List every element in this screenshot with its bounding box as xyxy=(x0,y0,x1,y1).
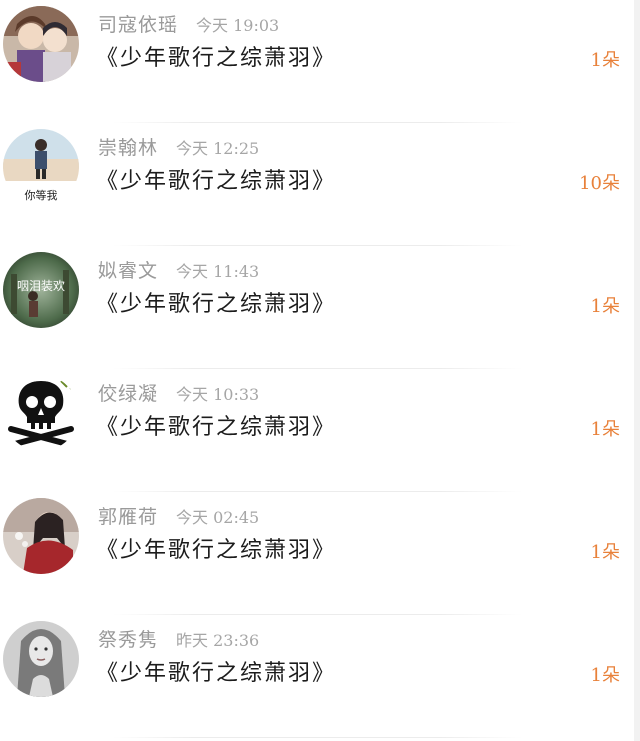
skull-crossbones-avatar-icon[interactable] xyxy=(3,375,79,451)
avatar-caption: 你等我 xyxy=(25,188,58,202)
beach-person-avatar-icon[interactable]: 你等我 xyxy=(3,129,79,205)
flower-count: 10朵 xyxy=(579,173,620,194)
list-item[interactable]: 祭秀隽 昨天 23:36 《少年歌行之综萧羽》 1朵 xyxy=(0,615,640,738)
scrollbar[interactable] xyxy=(634,0,640,741)
book-title[interactable]: 《少年歌行之综萧羽》 xyxy=(96,286,336,318)
timestamp: 今天 02:45 xyxy=(176,508,260,527)
item-meta: 司寇依瑶 今天 19:03 xyxy=(98,10,279,38)
flower-count: 1朵 xyxy=(590,50,620,71)
user-name[interactable]: 崇翰林 xyxy=(98,133,158,160)
timestamp: 今天 19:03 xyxy=(196,16,280,35)
timestamp: 今天 12:25 xyxy=(176,139,260,158)
user-name[interactable]: 佼绿凝 xyxy=(98,379,158,406)
item-meta: 姒睿文 今天 11:43 xyxy=(98,256,259,284)
anime-couple-avatar-icon[interactable] xyxy=(3,6,79,82)
list-item[interactable]: 佼绿凝 今天 10:33 《少年歌行之综萧羽》 1朵 xyxy=(0,369,640,492)
timestamp: 今天 10:33 xyxy=(176,385,260,404)
avatar-caption: 咽泪装欢 xyxy=(17,278,65,293)
flower-gift-list: 司寇依瑶 今天 19:03 《少年歌行之综萧羽》 1朵 你等我 崇翰林 今天 1… xyxy=(0,0,640,741)
bw-portrait-avatar-icon[interactable] xyxy=(3,621,79,697)
book-title[interactable]: 《少年歌行之综萧羽》 xyxy=(96,40,336,72)
flower-count: 1朵 xyxy=(590,296,620,317)
user-name[interactable]: 司寇依瑶 xyxy=(98,10,178,37)
list-item[interactable]: 郭雁荷 今天 02:45 《少年歌行之综萧羽》 1朵 xyxy=(0,492,640,615)
list-item[interactable]: 司寇依瑶 今天 19:03 《少年歌行之综萧羽》 1朵 xyxy=(0,0,640,123)
item-meta: 郭雁荷 今天 02:45 xyxy=(98,502,259,530)
list-item[interactable]: 咽泪装欢 姒睿文 今天 11:43 《少年歌行之综萧羽》 1朵 xyxy=(0,246,640,369)
user-name[interactable]: 郭雁荷 xyxy=(98,502,158,529)
flower-count: 1朵 xyxy=(590,665,620,686)
list-item[interactable]: 你等我 崇翰林 今天 12:25 《少年歌行之综萧羽》 10朵 xyxy=(0,123,640,246)
book-title[interactable]: 《少年歌行之综萧羽》 xyxy=(96,532,336,564)
red-scarf-girl-avatar-icon[interactable] xyxy=(3,498,79,574)
timestamp: 今天 11:43 xyxy=(176,262,260,281)
book-title[interactable]: 《少年歌行之综萧羽》 xyxy=(96,655,336,687)
flower-count: 1朵 xyxy=(590,419,620,440)
item-meta: 佼绿凝 今天 10:33 xyxy=(98,379,259,407)
flower-count: 1朵 xyxy=(590,542,620,563)
timestamp: 昨天 23:36 xyxy=(176,631,260,650)
forest-figure-avatar-icon[interactable]: 咽泪装欢 xyxy=(3,252,79,328)
book-title[interactable]: 《少年歌行之综萧羽》 xyxy=(96,409,336,441)
divider xyxy=(112,737,522,738)
user-name[interactable]: 祭秀隽 xyxy=(98,625,158,652)
item-meta: 崇翰林 今天 12:25 xyxy=(98,133,259,161)
user-name[interactable]: 姒睿文 xyxy=(98,256,158,283)
book-title[interactable]: 《少年歌行之综萧羽》 xyxy=(96,163,336,195)
item-meta: 祭秀隽 昨天 23:36 xyxy=(98,625,259,653)
